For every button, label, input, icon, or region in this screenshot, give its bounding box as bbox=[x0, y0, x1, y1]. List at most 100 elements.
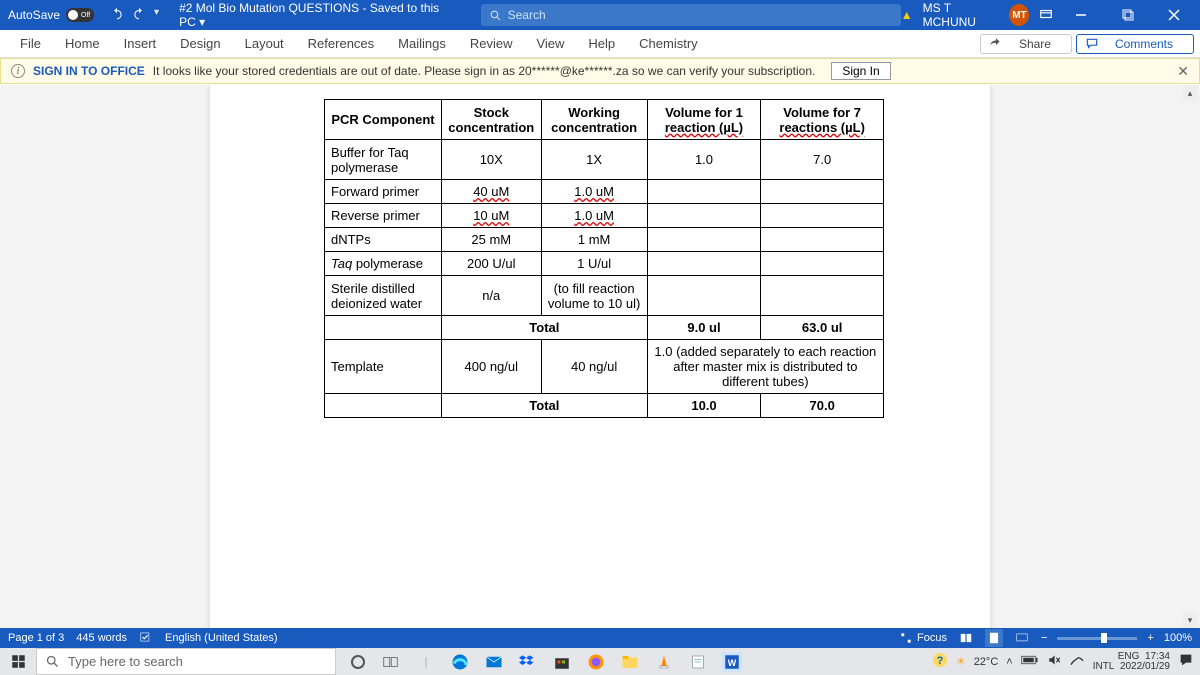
cell: Template bbox=[325, 340, 442, 394]
cell-total: Total bbox=[441, 316, 647, 340]
tab-insert[interactable]: Insert bbox=[112, 30, 169, 57]
cell: 10X bbox=[441, 140, 541, 180]
redo-icon[interactable] bbox=[132, 7, 146, 24]
scroll-down-button[interactable]: ▾ bbox=[1182, 612, 1198, 628]
cell bbox=[761, 228, 884, 252]
cell bbox=[647, 276, 761, 316]
notifications-icon[interactable] bbox=[1178, 652, 1194, 671]
autosave-toggle[interactable]: Off bbox=[66, 8, 94, 22]
dropbox-icon[interactable] bbox=[518, 652, 538, 672]
svg-text:W: W bbox=[728, 657, 737, 667]
search-icon bbox=[45, 654, 60, 669]
tab-file[interactable]: File bbox=[8, 30, 53, 57]
cell: 10.0 bbox=[647, 394, 761, 418]
scroll-up-button[interactable]: ▴ bbox=[1182, 85, 1198, 101]
maximize-button[interactable] bbox=[1110, 0, 1146, 30]
zoom-in[interactable]: + bbox=[1147, 632, 1153, 644]
warning-icon[interactable]: ▲ bbox=[901, 8, 913, 22]
cell bbox=[647, 180, 761, 204]
taskview-icon[interactable] bbox=[382, 652, 402, 672]
tray-chevron-icon[interactable]: ˄ bbox=[1006, 656, 1012, 668]
input-icon[interactable] bbox=[1069, 653, 1085, 670]
th-vol7: Volume for 7reactions (µL) bbox=[761, 100, 884, 140]
tab-references[interactable]: References bbox=[296, 30, 386, 57]
ribbon-display-icon[interactable] bbox=[1039, 7, 1053, 24]
cell-total: Total bbox=[441, 394, 647, 418]
print-layout-icon[interactable] bbox=[985, 629, 1003, 647]
svg-text:?: ? bbox=[936, 655, 943, 667]
autosave-label: AutoSave bbox=[8, 8, 60, 22]
tab-mailings[interactable]: Mailings bbox=[386, 30, 458, 57]
edge-icon[interactable] bbox=[450, 652, 470, 672]
battery-icon[interactable] bbox=[1021, 655, 1039, 668]
cell: 1.0 bbox=[647, 140, 761, 180]
cell bbox=[761, 180, 884, 204]
comments-label: Comments bbox=[1103, 37, 1185, 51]
read-mode-icon[interactable] bbox=[957, 629, 975, 647]
tab-review[interactable]: Review bbox=[458, 30, 525, 57]
wordpad-icon[interactable] bbox=[688, 652, 708, 672]
explorer-icon[interactable] bbox=[620, 652, 640, 672]
store-icon[interactable] bbox=[552, 652, 572, 672]
pcr-table: PCR Component Stockconcentration Working… bbox=[324, 99, 884, 418]
tab-chemistry[interactable]: Chemistry bbox=[627, 30, 710, 57]
cell bbox=[647, 204, 761, 228]
firefox-icon[interactable] bbox=[586, 652, 606, 672]
vlc-icon[interactable] bbox=[654, 652, 674, 672]
volume-icon[interactable] bbox=[1047, 653, 1061, 670]
help-icon[interactable]: ? bbox=[932, 652, 948, 671]
share-label: Share bbox=[1007, 37, 1063, 51]
word-icon[interactable]: W bbox=[722, 652, 742, 672]
comments-button[interactable]: Comments bbox=[1076, 34, 1194, 54]
zoom-slider[interactable] bbox=[1057, 637, 1137, 640]
cell: 40 ng/ul bbox=[541, 340, 647, 394]
cell: Buffer for Taqpolymerase bbox=[325, 140, 442, 180]
mail-icon[interactable] bbox=[484, 652, 504, 672]
web-layout-icon[interactable] bbox=[1013, 629, 1031, 647]
undo-icon[interactable] bbox=[110, 7, 124, 24]
cell: 400 ng/ul bbox=[441, 340, 541, 394]
status-language[interactable]: English (United States) bbox=[165, 632, 278, 644]
status-words[interactable]: 445 words bbox=[76, 632, 127, 644]
cell: 200 U/ul bbox=[441, 252, 541, 276]
start-button[interactable] bbox=[0, 648, 36, 675]
cell: 63.0 ul bbox=[761, 316, 884, 340]
tab-home[interactable]: Home bbox=[53, 30, 112, 57]
taskbar-search-placeholder: Type here to search bbox=[68, 654, 183, 669]
cell bbox=[761, 252, 884, 276]
zoom-level[interactable]: 100% bbox=[1164, 632, 1192, 644]
spellcheck-icon[interactable] bbox=[139, 630, 153, 647]
tab-view[interactable]: View bbox=[524, 30, 576, 57]
focus-mode[interactable]: Focus bbox=[899, 631, 947, 645]
tray-date[interactable]: 2022/01/29 bbox=[1120, 661, 1170, 672]
cell: Forward primer bbox=[325, 180, 442, 204]
signin-close-icon[interactable]: ✕ bbox=[1177, 63, 1189, 80]
minimize-button[interactable] bbox=[1063, 0, 1099, 30]
user-name: MS T MCHUNU bbox=[923, 1, 1000, 29]
taskbar-search[interactable]: Type here to search bbox=[36, 648, 336, 675]
close-button[interactable] bbox=[1156, 0, 1192, 30]
tab-design[interactable]: Design bbox=[168, 30, 232, 57]
cell bbox=[761, 276, 884, 316]
cell: dNTPs bbox=[325, 228, 442, 252]
search-input[interactable]: Search bbox=[481, 4, 901, 26]
qat-more-icon[interactable]: ▾ bbox=[154, 7, 159, 24]
share-button[interactable]: Share bbox=[980, 34, 1072, 54]
cell: 40 uM bbox=[441, 180, 541, 204]
user-avatar[interactable]: MT bbox=[1009, 4, 1029, 26]
status-page[interactable]: Page 1 of 3 bbox=[8, 632, 64, 644]
signin-banner: i SIGN IN TO OFFICE It looks like your s… bbox=[0, 58, 1200, 84]
weather-icon[interactable]: ☀ bbox=[956, 655, 966, 668]
cell bbox=[325, 394, 442, 418]
tab-layout[interactable]: Layout bbox=[233, 30, 296, 57]
cortana-icon[interactable] bbox=[348, 652, 368, 672]
signin-button[interactable]: Sign In bbox=[831, 62, 890, 80]
zoom-out[interactable]: − bbox=[1041, 632, 1047, 644]
weather-temp[interactable]: 22°C bbox=[974, 656, 999, 668]
cell-note: 1.0 (added separately to each reactionaf… bbox=[647, 340, 883, 394]
tab-help[interactable]: Help bbox=[576, 30, 627, 57]
th-stock: Stockconcentration bbox=[441, 100, 541, 140]
cell: 9.0 ul bbox=[647, 316, 761, 340]
document-page: PCR Component Stockconcentration Working… bbox=[210, 85, 990, 628]
tray-lang2[interactable]: INTL bbox=[1093, 661, 1115, 672]
